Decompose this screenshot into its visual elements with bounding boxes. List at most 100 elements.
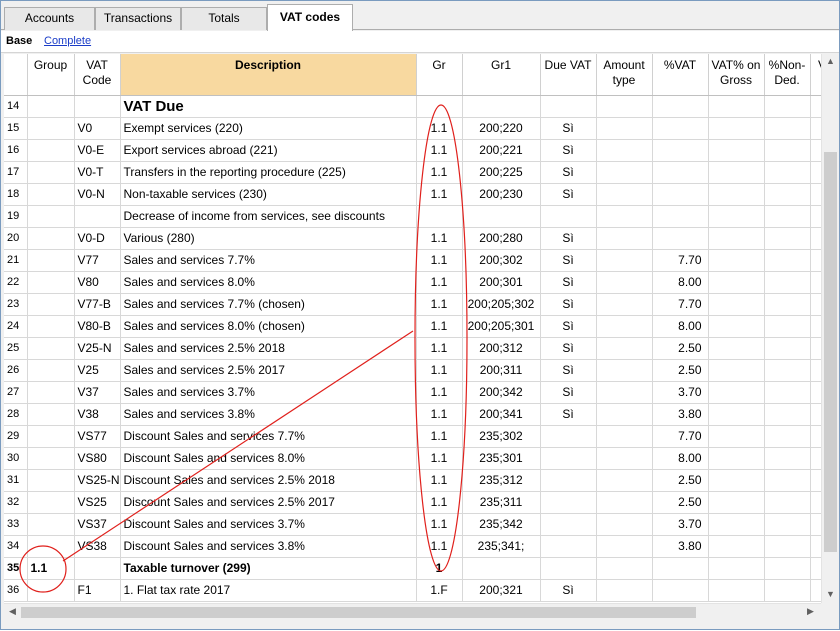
cell-group[interactable]: [27, 117, 75, 140]
cell-pct-vat[interactable]: 2.50: [652, 359, 709, 382]
cell-gr1[interactable]: 200;230: [462, 183, 541, 206]
cell-pct-vat[interactable]: [652, 557, 709, 580]
row-number[interactable]: 28: [4, 403, 28, 426]
cell-description[interactable]: VAT Due: [120, 95, 417, 118]
cell-extra[interactable]: [810, 139, 821, 162]
scroll-down-icon[interactable]: ▼: [822, 589, 839, 599]
cell-pct-vat[interactable]: [652, 161, 709, 184]
cell-group[interactable]: [27, 513, 75, 536]
cell-gr[interactable]: 1.1: [416, 183, 463, 206]
vertical-scrollbar[interactable]: ▲ ▼: [821, 54, 838, 603]
table-row[interactable]: 30 VS80 Discount Sales and services 8.0% 1.…: [4, 447, 821, 470]
cell-amount-type[interactable]: [596, 227, 653, 250]
cell-extra[interactable]: [810, 579, 821, 602]
cell-extra[interactable]: [810, 227, 821, 250]
cell-gr[interactable]: 1.1: [416, 359, 463, 382]
cell-vat-code[interactable]: VS80: [74, 447, 121, 470]
cell-pct-vat[interactable]: 7.70: [652, 249, 709, 272]
cell-non-ded[interactable]: [764, 491, 811, 514]
cell-vat-code[interactable]: V77: [74, 249, 121, 272]
cell-vat-code[interactable]: VS25: [74, 491, 121, 514]
cell-vat-on-gross[interactable]: [708, 227, 765, 250]
cell-pct-vat[interactable]: 8.00: [652, 271, 709, 294]
cell-extra[interactable]: [810, 447, 821, 470]
table-row[interactable]: 33 VS37 Discount Sales and services 3.7% 1.…: [4, 513, 821, 536]
cell-vat-on-gross[interactable]: [708, 557, 765, 580]
scroll-right-icon[interactable]: ▶: [802, 606, 819, 617]
cell-amount-type[interactable]: [596, 381, 653, 404]
cell-group[interactable]: [27, 425, 75, 448]
cell-gr[interactable]: 1.1: [416, 425, 463, 448]
table-row[interactable]: 27 V37 Sales and services 3.7% 1.1 200;342 Sì…: [4, 381, 821, 404]
cell-amount-type[interactable]: [596, 491, 653, 514]
cell-description[interactable]: Discount Sales and services 7.7%: [120, 425, 417, 448]
cell-gr1[interactable]: 235;341;: [462, 535, 541, 558]
cell-amount-type[interactable]: [596, 425, 653, 448]
cell-gr1[interactable]: 200;205;301: [462, 315, 541, 338]
cell-due-vat[interactable]: Sì: [540, 359, 597, 382]
cell-gr[interactable]: 1.1: [416, 293, 463, 316]
cell-amount-type[interactable]: [596, 183, 653, 206]
cell-description[interactable]: Non-taxable services (230): [120, 183, 417, 206]
cell-gr[interactable]: 1.1: [416, 249, 463, 272]
row-number[interactable]: 23: [4, 293, 28, 316]
cell-pct-vat[interactable]: 3.80: [652, 535, 709, 558]
table-row[interactable]: 29 VS77 Discount Sales and services 7.7% 1.…: [4, 425, 821, 448]
cell-pct-vat[interactable]: 2.50: [652, 337, 709, 360]
cell-group[interactable]: [27, 139, 75, 162]
cell-vat-on-gross[interactable]: [708, 535, 765, 558]
cell-gr[interactable]: 1.1: [416, 161, 463, 184]
cell-non-ded[interactable]: [764, 227, 811, 250]
cell-extra[interactable]: [810, 205, 821, 228]
cell-vat-on-gross[interactable]: [708, 491, 765, 514]
cell-extra[interactable]: [810, 161, 821, 184]
cell-description[interactable]: Sales and services 8.0%: [120, 271, 417, 294]
cell-vat-code[interactable]: [74, 557, 121, 580]
cell-extra[interactable]: [810, 513, 821, 536]
cell-description[interactable]: Sales and services 7.7% (chosen): [120, 293, 417, 316]
cell-gr[interactable]: 1.1: [416, 491, 463, 514]
column-header-due-vat[interactable]: Due VAT: [540, 54, 597, 96]
cell-vat-code[interactable]: F1: [74, 579, 121, 602]
cell-non-ded[interactable]: [764, 469, 811, 492]
cell-vat-code[interactable]: [74, 95, 121, 118]
cell-vat-on-gross[interactable]: [708, 161, 765, 184]
column-header-gr1[interactable]: Gr1: [462, 54, 541, 96]
cell-due-vat[interactable]: [540, 95, 597, 118]
cell-amount-type[interactable]: [596, 315, 653, 338]
cell-description[interactable]: Sales and services 8.0% (chosen): [120, 315, 417, 338]
table-row[interactable]: 26 V25 Sales and services 2.5% 2017 1.1 200;…: [4, 359, 821, 382]
cell-vat-on-gross[interactable]: [708, 337, 765, 360]
cell-due-vat[interactable]: Sì: [540, 183, 597, 206]
cell-vat-code[interactable]: V38: [74, 403, 121, 426]
cell-vat-code[interactable]: V80-B: [74, 315, 121, 338]
cell-pct-vat[interactable]: [652, 579, 709, 602]
column-header-non-ded[interactable]: %Non- Ded.: [764, 54, 811, 96]
cell-group[interactable]: [27, 249, 75, 272]
cell-gr[interactable]: 1.1: [416, 315, 463, 338]
cell-gr1[interactable]: 200;301: [462, 271, 541, 294]
table-row[interactable]: 17 V0-T Transfers in the reporting procedu…: [4, 161, 821, 184]
cell-amount-type[interactable]: [596, 535, 653, 558]
cell-non-ded[interactable]: [764, 293, 811, 316]
table-row[interactable]: 19 Decrease of income from services, see …: [4, 205, 821, 228]
column-header-amount-type[interactable]: Amount type: [596, 54, 653, 96]
cell-description[interactable]: 1. Flat tax rate 2017: [120, 579, 417, 602]
cell-gr[interactable]: 1.1: [416, 535, 463, 558]
table-row[interactable]: 35 1.1 Taxable turnover (299) 1: [4, 557, 821, 580]
cell-gr1[interactable]: 200;312: [462, 337, 541, 360]
cell-extra[interactable]: [810, 381, 821, 404]
row-number[interactable]: 27: [4, 381, 28, 404]
table-row[interactable]: 16 V0-E Export services abroad (221) 1.1 200…: [4, 139, 821, 162]
cell-amount-type[interactable]: [596, 271, 653, 294]
cell-description[interactable]: Various (280): [120, 227, 417, 250]
cell-gr1[interactable]: [462, 557, 541, 580]
row-number[interactable]: 34: [4, 535, 28, 558]
cell-gr[interactable]: 1.1: [416, 513, 463, 536]
row-number[interactable]: 17: [4, 161, 28, 184]
cell-description[interactable]: Sales and services 3.8%: [120, 403, 417, 426]
cell-due-vat[interactable]: Sì: [540, 403, 597, 426]
cell-due-vat[interactable]: Sì: [540, 293, 597, 316]
cell-non-ded[interactable]: [764, 557, 811, 580]
cell-vat-code[interactable]: VS38: [74, 535, 121, 558]
